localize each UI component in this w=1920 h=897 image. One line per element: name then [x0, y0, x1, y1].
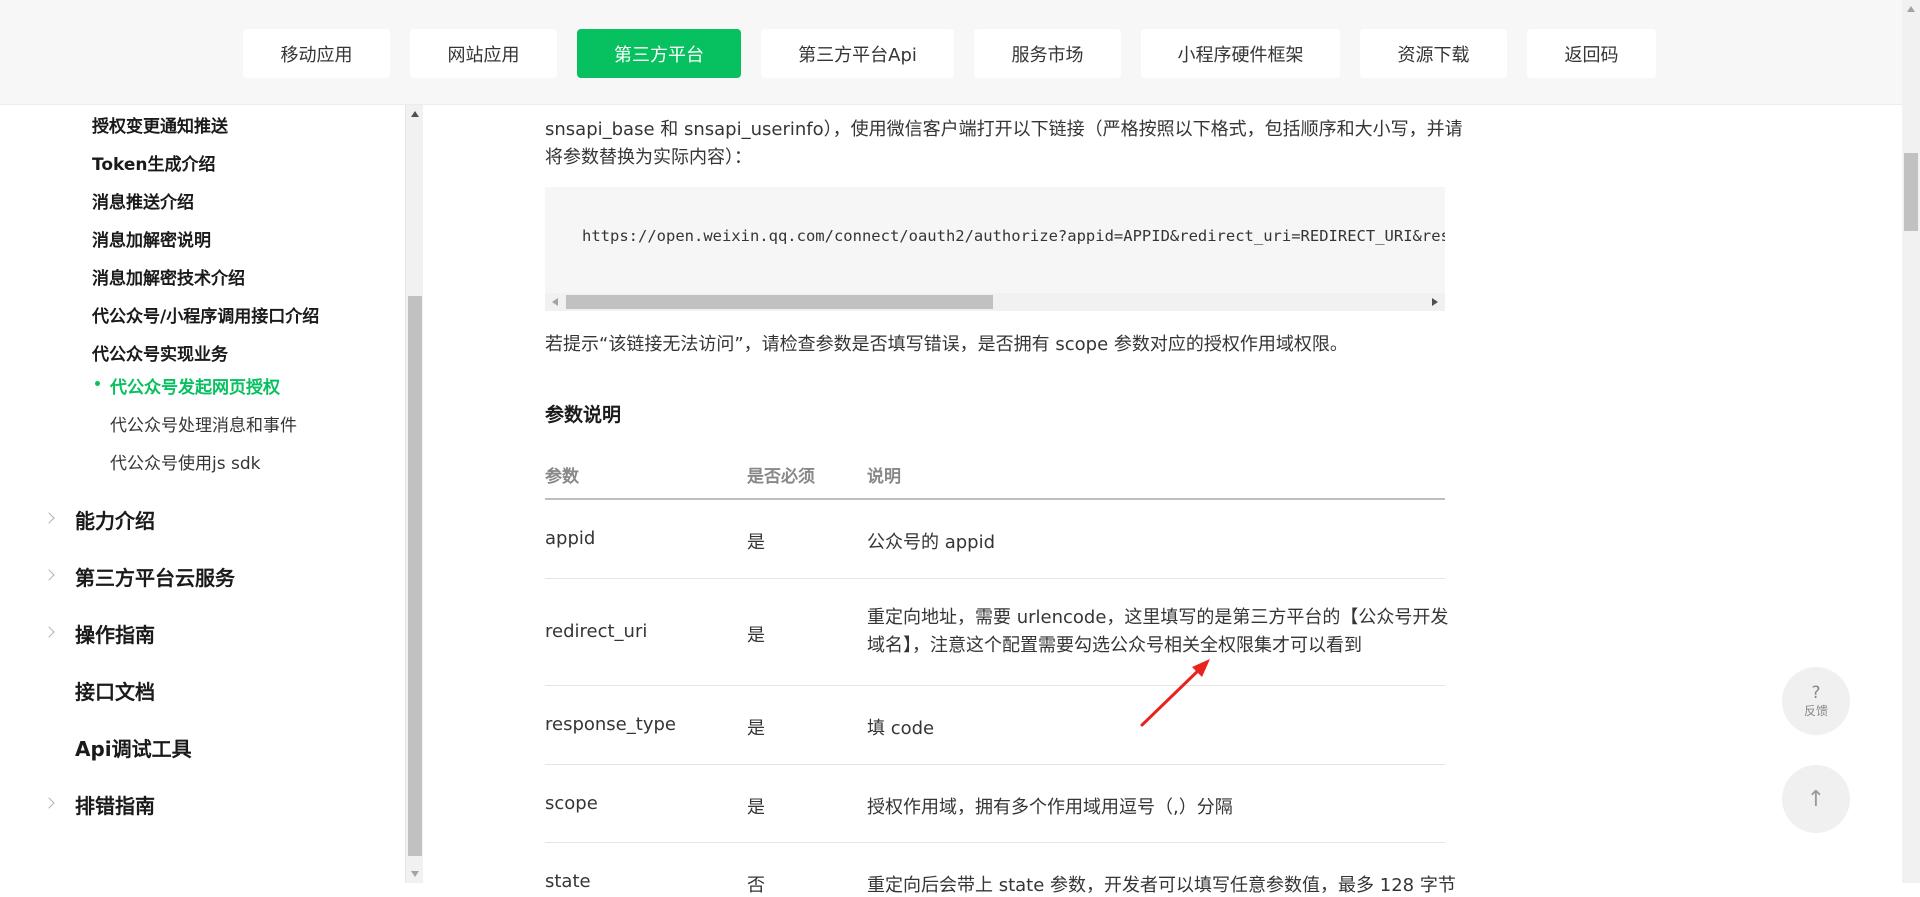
intro-text-line: 将参数替换为实际内容）：: [545, 147, 752, 168]
tab-third-party-api[interactable]: 第三方平台Api: [761, 29, 954, 78]
tab-mini-program-hardware[interactable]: 小程序硬件框架: [1141, 29, 1340, 78]
table-row-divider: [545, 842, 1445, 843]
table-cell-desc: 授权作用域，拥有多个作用域用逗号（,）分隔: [867, 797, 1233, 818]
sidebar-item-web-auth[interactable]: 代公众号发起网页授权: [110, 373, 280, 398]
tab-third-party-platform[interactable]: 第三方平台: [577, 29, 741, 78]
sidebar: 授权变更通知推送 Token生成介绍 消息推送介绍 消息加解密说明 消息加解密技…: [0, 105, 405, 883]
table-cell-desc: 重定向地址，需要 urlencode，这里填写的是第三方平台的【公众号开发域名】…: [867, 607, 1449, 656]
table-cell-desc: 填 code: [867, 718, 935, 739]
tab-service-market[interactable]: 服务市场: [974, 29, 1121, 78]
tab-website-app[interactable]: 网站应用: [410, 29, 557, 78]
table-cell-required: 是: [747, 718, 765, 739]
annotation-arrow-icon: [1140, 659, 1210, 727]
arrow-up-icon: ↑: [1806, 786, 1826, 812]
table-cell-required: 是: [747, 532, 765, 553]
chevron-right-icon[interactable]: [43, 569, 55, 581]
scroll-down-arrow-icon[interactable]: [411, 871, 419, 877]
top-navigation: 移动应用 网站应用 第三方平台 第三方平台Api 服务市场 小程序硬件框架 资源…: [0, 0, 1902, 105]
table-header-desc: 说明: [867, 467, 901, 487]
table-cell-required: 否: [747, 875, 765, 896]
tab-return-codes[interactable]: 返回码: [1527, 29, 1656, 78]
sidebar-item-auth-change-push[interactable]: 授权变更通知推送: [92, 112, 228, 137]
page-scrollbar[interactable]: [1902, 0, 1920, 883]
sidebar-item-cloud-service[interactable]: 第三方平台云服务: [75, 562, 235, 591]
table-cell-param: response_type: [545, 714, 676, 735]
table-cell-param: state: [545, 871, 591, 892]
table-cell-desc: 重定向后会带上 state 参数，开发者可以填写任意参数值，最多 128 字节: [867, 875, 1456, 896]
scroll-right-arrow-icon[interactable]: [1432, 298, 1438, 306]
sidebar-item-api-docs[interactable]: 接口文档: [75, 676, 155, 705]
scroll-left-arrow-icon[interactable]: [552, 298, 558, 306]
sidebar-item-business[interactable]: 代公众号实现业务: [92, 340, 228, 365]
table-header-required: 是否必须: [747, 467, 815, 487]
scroll-up-arrow-icon[interactable]: [1907, 6, 1915, 12]
feedback-label: 反馈: [1803, 703, 1828, 718]
table-cell-param: scope: [545, 793, 598, 814]
table-row-divider: [545, 764, 1445, 765]
sidebar-item-troubleshoot[interactable]: 排错指南: [75, 790, 155, 819]
question-icon: ?: [1811, 682, 1821, 703]
active-bullet: [95, 381, 100, 386]
table-cell-required: 是: [747, 797, 765, 818]
sidebar-item-guide[interactable]: 操作指南: [75, 619, 155, 648]
chevron-right-icon[interactable]: [43, 797, 55, 809]
code-scroll-thumb[interactable]: [566, 295, 993, 309]
chevron-right-icon[interactable]: [43, 512, 55, 524]
sidebar-scrollbar[interactable]: [405, 105, 423, 883]
intro-text-line: snsapi_base 和 snsapi_userinfo），使用微信客户端打开…: [545, 119, 1463, 140]
sidebar-item-token-intro[interactable]: Token生成介绍: [92, 150, 216, 175]
table-row-divider: [545, 685, 1445, 686]
sidebar-item-message-events[interactable]: 代公众号处理消息和事件: [110, 411, 297, 436]
table-cell-required: 是: [747, 625, 765, 646]
link-error-hint: 若提示“该链接无法访问”，请检查参数是否填写错误，是否拥有 scope 参数对应…: [545, 334, 1348, 355]
chevron-right-icon[interactable]: [43, 626, 55, 638]
table-cell-param: appid: [545, 528, 596, 549]
back-to-top-button[interactable]: ↑: [1782, 765, 1850, 833]
feedback-button[interactable]: ? 反馈: [1782, 667, 1850, 735]
tab-resource-download[interactable]: 资源下载: [1360, 29, 1507, 78]
table-header-divider: [545, 498, 1445, 500]
code-horizontal-scrollbar[interactable]: [545, 293, 1445, 311]
section-title-params: 参数说明: [545, 404, 622, 426]
sidebar-item-encryption-tech[interactable]: 消息加解密技术介绍: [92, 264, 245, 289]
tab-mobile-app[interactable]: 移动应用: [243, 29, 390, 78]
code-block: https://open.weixin.qq.com/connect/oauth…: [545, 187, 1445, 311]
table-cell-desc: 公众号的 appid: [867, 532, 996, 553]
sidebar-item-encryption[interactable]: 消息加解密说明: [92, 226, 211, 251]
table-cell-param: redirect_uri: [545, 621, 648, 642]
sidebar-item-api-call-intro[interactable]: 代公众号/小程序调用接口介绍: [92, 302, 319, 327]
table-header-param: 参数: [545, 467, 579, 487]
page-scroll-thumb[interactable]: [1904, 153, 1918, 231]
sidebar-item-api-debug[interactable]: Api调试工具: [75, 733, 192, 762]
table-row-divider: [545, 578, 1445, 579]
scroll-up-arrow-icon[interactable]: [411, 111, 419, 117]
sidebar-scroll-thumb[interactable]: [408, 296, 422, 856]
auth-url-code[interactable]: https://open.weixin.qq.com/connect/oauth…: [582, 227, 1445, 245]
sidebar-item-message-push[interactable]: 消息推送介绍: [92, 188, 194, 213]
sidebar-item-js-sdk[interactable]: 代公众号使用js sdk: [110, 449, 260, 474]
sidebar-item-capabilities[interactable]: 能力介绍: [75, 505, 155, 534]
